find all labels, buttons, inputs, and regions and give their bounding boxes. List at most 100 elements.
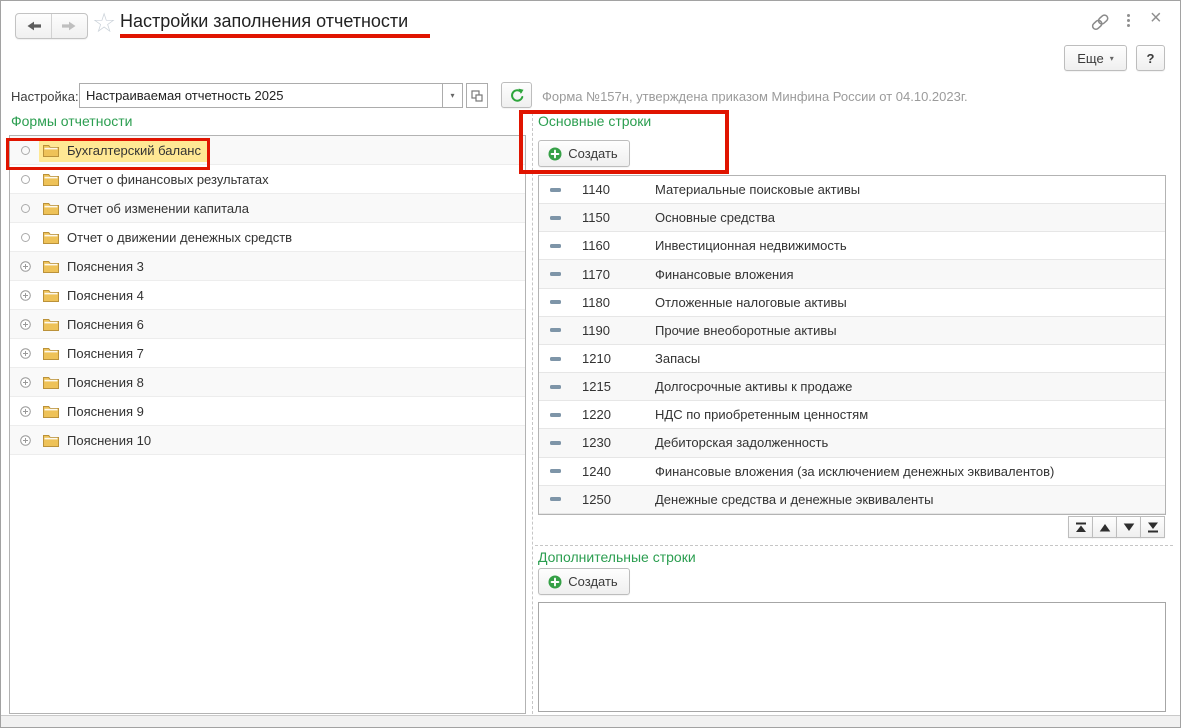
refresh-button[interactable] — [501, 82, 532, 108]
forms-list: Бухгалтерский баланс Отчет о финансовых … — [9, 135, 526, 714]
help-button[interactable]: ? — [1136, 45, 1165, 71]
tree-item[interactable]: Отчет об изменении капитала — [10, 194, 525, 223]
tree-item[interactable]: Отчет о движении денежных средств — [10, 223, 525, 252]
setting-open-button[interactable] — [466, 83, 488, 108]
folder-icon — [43, 202, 59, 215]
tree-item-label: Пояснения 10 — [67, 432, 152, 448]
expander-plus-icon[interactable] — [19, 318, 32, 330]
folder-icon — [43, 376, 59, 389]
row-dash-icon — [550, 300, 561, 305]
expander-circle-icon[interactable] — [19, 174, 32, 184]
folder-icon — [43, 318, 59, 331]
row-dash-icon — [550, 497, 561, 502]
table-row[interactable]: 1140 Материальные поисковые активы — [539, 176, 1165, 205]
back-button[interactable] — [16, 14, 51, 38]
window-bottom-edge — [1, 715, 1180, 727]
row-dash-icon — [550, 469, 561, 474]
row-code: 1230 — [582, 435, 611, 451]
row-dash-icon — [550, 243, 561, 248]
row-dash-icon — [550, 440, 561, 445]
additional-rows-list[interactable] — [538, 602, 1166, 712]
move-top-icon — [1075, 522, 1086, 532]
expander-plus-icon[interactable] — [19, 260, 32, 272]
table-row[interactable]: 1250 Денежные средства и денежные эквива… — [539, 485, 1165, 514]
tree-item[interactable]: Бухгалтерский баланс — [10, 136, 525, 165]
tree-item-label: Пояснения 4 — [67, 287, 144, 303]
annotation-title-underline — [120, 34, 430, 38]
more-menu-icon[interactable] — [1127, 14, 1131, 27]
row-code: 1140 — [582, 182, 610, 198]
forward-arrow-icon — [62, 21, 76, 31]
create-main-row-button[interactable]: Создать — [538, 140, 630, 167]
row-name: Основные средства — [655, 210, 775, 226]
refresh-icon — [511, 88, 524, 102]
expander-plus-icon[interactable] — [19, 289, 32, 301]
table-row[interactable]: 1160 Инвестиционная недвижимость — [539, 232, 1165, 261]
move-bottom-icon — [1147, 522, 1158, 532]
tree-item[interactable]: Пояснения 6 — [10, 310, 525, 339]
table-row[interactable]: 1180 Отложенные налоговые активы — [539, 288, 1165, 317]
create-additional-row-button[interactable]: Создать — [538, 568, 630, 595]
setting-input[interactable] — [79, 83, 443, 108]
tree-item[interactable]: Пояснения 7 — [10, 339, 525, 368]
table-row[interactable]: 1240 Финансовые вложения (за исключением… — [539, 457, 1165, 486]
row-code: 1180 — [582, 294, 610, 310]
forward-button[interactable] — [51, 14, 87, 38]
tree-item-label: Отчет о движении денежных средств — [67, 229, 293, 245]
back-arrow-icon — [27, 21, 41, 31]
row-name: Финансовые вложения (за исключением дене… — [655, 463, 1055, 479]
table-row[interactable]: 1170 Финансовые вложения — [539, 260, 1165, 289]
row-dash-icon — [550, 412, 561, 417]
row-code: 1220 — [582, 407, 611, 423]
table-row[interactable]: 1210 Запасы — [539, 344, 1165, 374]
expander-circle-icon[interactable] — [19, 203, 32, 213]
folder-icon — [43, 405, 59, 418]
form-info-text: Форма №157н, утверждена приказом Минфина… — [542, 89, 968, 104]
expander-circle-icon[interactable] — [19, 145, 32, 155]
folder-icon — [43, 289, 59, 302]
tree-item-label: Пояснения 6 — [67, 316, 144, 332]
table-row[interactable]: 1215 Долгосрочные активы к продаже — [539, 373, 1165, 402]
tree-item[interactable]: Пояснения 8 — [10, 368, 525, 397]
main-rows-header: Основные строки — [538, 113, 652, 129]
expander-plus-icon[interactable] — [19, 347, 32, 359]
row-dash-icon — [550, 272, 561, 277]
table-row[interactable]: 1220 НДС по приобретенным ценностям — [539, 401, 1165, 430]
more-button-label: Еще — [1077, 50, 1104, 66]
tree-item[interactable]: Пояснения 10 — [10, 426, 525, 455]
vertical-splitter[interactable] — [532, 113, 533, 714]
tree-item[interactable]: Отчет о финансовых результатах — [10, 165, 525, 194]
tree-item-label: Бухгалтерский баланс — [67, 142, 201, 158]
folder-icon — [43, 434, 59, 447]
setting-dropdown-button[interactable]: ▾ — [442, 83, 463, 108]
favorite-star-icon[interactable]: ☆ — [92, 8, 116, 38]
link-icon[interactable] — [1089, 12, 1111, 37]
row-move-buttons — [1068, 516, 1165, 538]
tree-item-label: Пояснения 7 — [67, 345, 144, 361]
tree-item-label: Отчет о финансовых результатах — [67, 171, 269, 187]
chevron-down-icon: ▾ — [450, 91, 455, 100]
tree-item[interactable]: Пояснения 3 — [10, 252, 525, 281]
table-row[interactable]: 1230 Дебиторская задолженность — [539, 429, 1165, 458]
expander-plus-icon[interactable] — [19, 434, 32, 446]
horizontal-splitter[interactable] — [535, 545, 1173, 546]
move-bottom-button[interactable] — [1140, 516, 1165, 538]
expander-plus-icon[interactable] — [19, 405, 32, 417]
page-title: Настройки заполнения отчетности — [120, 11, 409, 31]
move-down-button[interactable] — [1116, 516, 1141, 538]
tree-item[interactable]: Пояснения 4 — [10, 281, 525, 310]
tree-item[interactable]: Пояснения 9 — [10, 397, 525, 426]
tree-item-label: Отчет об изменении капитала — [67, 200, 249, 216]
chevron-down-icon: ▾ — [1109, 53, 1114, 63]
move-top-button[interactable] — [1068, 516, 1093, 538]
table-row[interactable]: 1190 Прочие внеоборотные активы — [539, 316, 1165, 345]
row-code: 1215 — [582, 379, 611, 395]
more-button[interactable]: Еще ▾ — [1064, 45, 1127, 71]
row-name: Долгосрочные активы к продаже — [655, 379, 853, 395]
close-icon[interactable]: × — [1150, 7, 1162, 30]
folder-icon — [43, 144, 59, 157]
move-up-button[interactable] — [1092, 516, 1117, 538]
expander-plus-icon[interactable] — [19, 376, 32, 388]
table-row[interactable]: 1150 Основные средства — [539, 204, 1165, 233]
expander-circle-icon[interactable] — [19, 232, 32, 242]
